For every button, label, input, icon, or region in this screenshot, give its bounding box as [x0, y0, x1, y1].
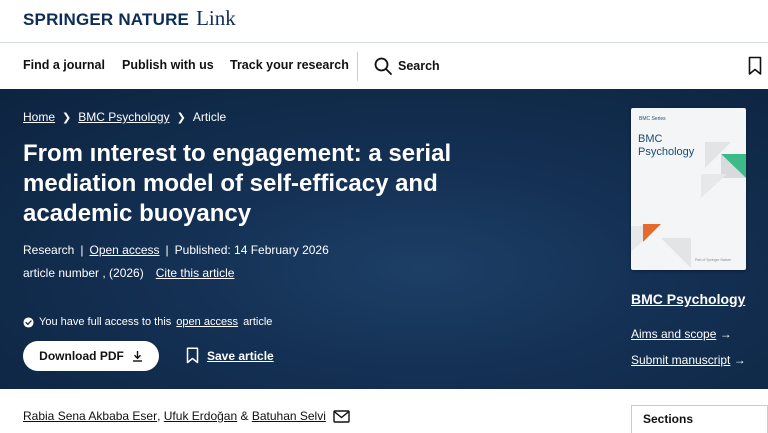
author-link[interactable]: Ufuk Erdoğan	[164, 409, 237, 423]
arrow-right-icon: →	[733, 353, 746, 367]
article-type: Research	[23, 243, 75, 257]
download-pdf-label: Download PDF	[39, 349, 124, 363]
download-icon	[132, 351, 142, 362]
nav-find-journal[interactable]: Find a journal	[23, 58, 105, 72]
author-list: Rabia Sena Akbaba Eser, Ufuk Erdoğan & B…	[23, 409, 350, 423]
brand-name: SPRINGER NATURE	[23, 10, 190, 29]
article-title: From ınterest to engagement: a serial me…	[23, 140, 452, 227]
search-icon	[374, 57, 392, 75]
nav-publish-with-us[interactable]: Publish with us	[122, 58, 214, 72]
download-pdf-button[interactable]: Download PDF	[23, 341, 159, 371]
published-date: Published: 14 February 2026	[174, 243, 329, 257]
author-separator: ,	[157, 409, 164, 423]
cover-footer: Part of Springer Nature	[695, 258, 731, 262]
author-link[interactable]: Batuhan Selvi	[252, 409, 326, 423]
main-nav: Find a journal Publish with us Track you…	[0, 42, 768, 89]
check-circle-icon	[23, 316, 34, 328]
author-separator: &	[237, 409, 252, 423]
open-access-link[interactable]: Open access	[89, 243, 159, 257]
access-suffix: article	[243, 316, 273, 328]
cover-journal-name: BMC Psychology	[638, 133, 695, 158]
save-article-button[interactable]: Save article	[186, 347, 274, 364]
chevron-right-icon: ❯	[62, 111, 72, 124]
meta-separator: |	[80, 243, 84, 257]
journal-title-link[interactable]: BMC Psychology	[631, 291, 745, 307]
article-hero: Home ❯ BMC Psychology ❯ Article From ınt…	[0, 89, 768, 389]
bookmark-icon	[186, 347, 199, 364]
journal-cover[interactable]: BMC Series BMC Psychology Part of Spring…	[631, 108, 746, 270]
breadcrumb-current: Article	[192, 110, 227, 124]
sections-panel[interactable]: Sections	[631, 405, 768, 433]
sections-heading: Sections	[643, 412, 694, 426]
arrow-right-icon: →	[719, 327, 732, 341]
cover-series-label: BMC Series	[639, 116, 666, 122]
access-prefix: You have full access to this	[39, 316, 172, 328]
nav-divider	[357, 52, 358, 81]
author-link[interactable]: Rabia Sena Akbaba Eser	[23, 409, 157, 423]
search-label: Search	[398, 59, 440, 73]
article-number: article number , (2026)	[23, 266, 144, 280]
meta-separator: |	[165, 243, 169, 257]
breadcrumb-home[interactable]: Home	[23, 110, 55, 124]
submit-manuscript-link[interactable]: Submit manuscript →	[631, 353, 746, 367]
breadcrumb-journal[interactable]: BMC Psychology	[78, 110, 169, 124]
article-meta-secondary: article number , (2026) Cite this articl…	[23, 266, 234, 280]
nav-track-research[interactable]: Track your research	[230, 58, 349, 72]
submit-manuscript-label: Submit manuscript	[631, 353, 731, 367]
bookmark-icon[interactable]	[748, 56, 762, 76]
save-article-label: Save article	[207, 348, 274, 363]
article-meta: Research | Open access | Published: 14 F…	[23, 243, 329, 257]
brand-suffix: Link	[196, 6, 236, 30]
brand-bar: SPRINGER NATURE Link	[0, 0, 768, 42]
aims-scope-label: Aims and scope	[631, 327, 717, 341]
cite-this-article-link[interactable]: Cite this article	[156, 266, 235, 280]
breadcrumb: Home ❯ BMC Psychology ❯ Article	[23, 110, 226, 124]
access-note: You have full access to this open access…	[23, 316, 272, 328]
chevron-right-icon: ❯	[176, 111, 186, 124]
aims-scope-link[interactable]: Aims and scope →	[631, 327, 732, 341]
mail-icon[interactable]	[333, 409, 350, 423]
springer-nature-link-logo[interactable]: SPRINGER NATURE Link	[23, 6, 236, 31]
search-button[interactable]: Search	[374, 57, 440, 75]
access-open-access-link[interactable]: open access	[176, 316, 238, 328]
